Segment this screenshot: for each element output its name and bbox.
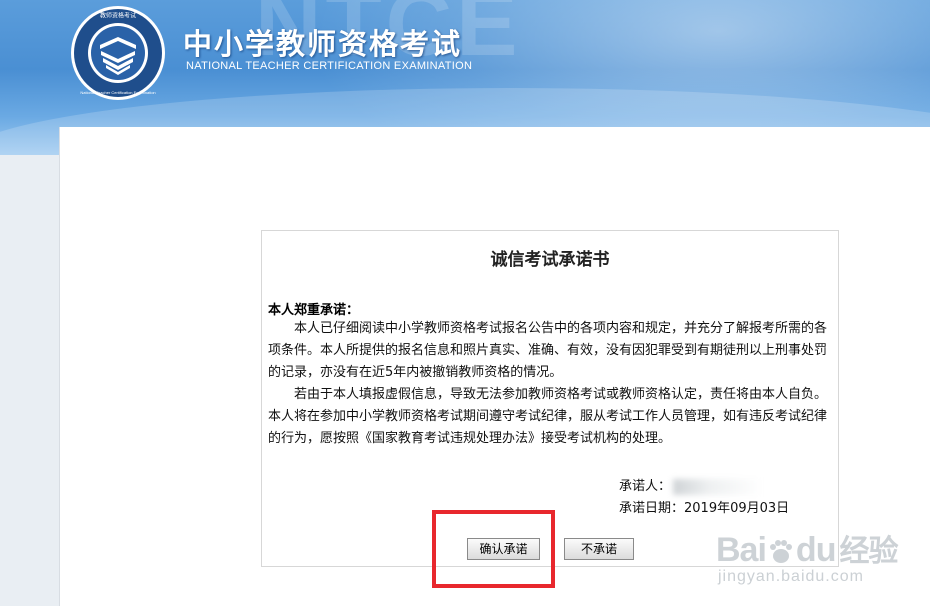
pledge-paragraph-1: 本人已仔细阅读中小学教师资格考试报名公告中的各项内容和规定，并充分了解报考所需的… bbox=[268, 321, 828, 380]
decline-pledge-button[interactable]: 不承诺 bbox=[564, 538, 634, 560]
date-row: 承诺日期：2019年09月03日 bbox=[619, 497, 789, 516]
site-subtitle: NATIONAL TEACHER CERTIFICATION EXAMINATI… bbox=[186, 60, 473, 72]
baidu-jingyan-watermark: Bai du 经验 jingyan.baidu.com bbox=[716, 526, 926, 604]
baidu-url: jingyan.baidu.com bbox=[718, 568, 864, 585]
baidu-brand-tail: du bbox=[795, 531, 837, 569]
baidu-brand-text: Bai bbox=[716, 531, 767, 569]
baidu-brand-cn: 经验 bbox=[839, 534, 898, 569]
logo-outer-text: National Teacher Certification Examinati… bbox=[80, 90, 155, 95]
paw-icon bbox=[769, 540, 792, 564]
date-value: 2019年09月03日 bbox=[684, 501, 790, 516]
baidu-brand: Bai du 经验 bbox=[716, 526, 898, 570]
pledge-heading: 本人郑重承诺： bbox=[268, 303, 360, 318]
pledge-paragraph-2: 若由于本人填报虚假信息，导致无法参加教师资格考试或教师资格认定，责任将由本人自负… bbox=[268, 387, 828, 446]
date-label: 承诺日期： bbox=[619, 501, 685, 516]
signer-row: 承诺人： bbox=[619, 475, 764, 495]
site-title: 中小学教师资格考试 bbox=[183, 27, 463, 61]
ntce-logo-icon: 教师资格考试 National Teacher Certification Ex… bbox=[71, 6, 165, 100]
highlight-box bbox=[432, 510, 555, 588]
logo-ring-text: 教师资格考试 bbox=[100, 12, 136, 20]
pledge-title: 诚信考试承诺书 bbox=[490, 250, 610, 270]
signer-label: 承诺人： bbox=[619, 479, 672, 494]
signer-name-blurred bbox=[673, 478, 764, 495]
